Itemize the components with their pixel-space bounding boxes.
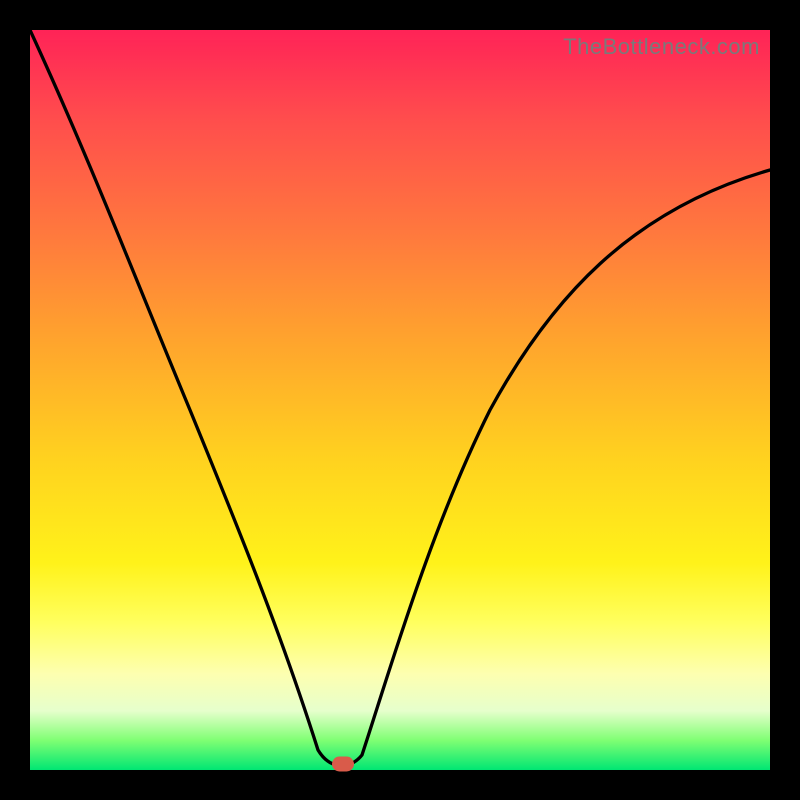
curve-path [30, 30, 770, 766]
watermark-text: TheBottleneck.com [563, 34, 760, 60]
optimal-marker [332, 757, 354, 772]
chart-frame: TheBottleneck.com [0, 0, 800, 800]
plot-area: TheBottleneck.com [30, 30, 770, 770]
bottleneck-curve [30, 30, 770, 770]
